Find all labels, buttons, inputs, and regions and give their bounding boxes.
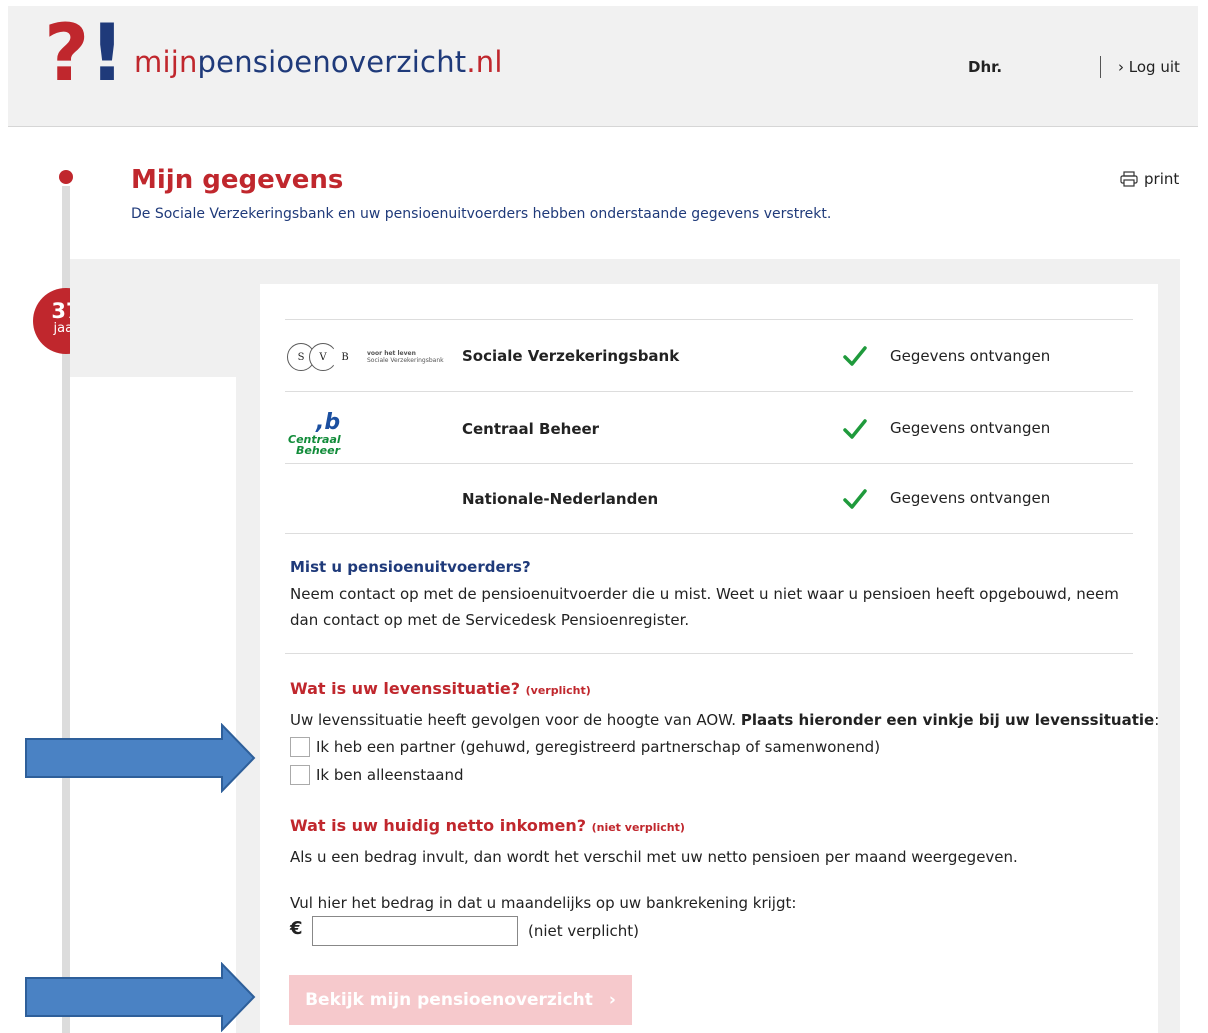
provider-name: Nationale-Nederlanden: [462, 490, 659, 508]
partner-checkbox[interactable]: [290, 737, 310, 757]
amount-input[interactable]: [312, 916, 518, 946]
logo-mark[interactable]: ?!: [44, 14, 125, 94]
missing-providers-heading: Mist u pensioenuitvoerders?: [290, 558, 531, 576]
page-title: Mijn gegevens: [131, 165, 344, 195]
logout-link[interactable]: › Log uit: [1118, 58, 1180, 76]
option-partner[interactable]: Ik heb een partner (gehuwd, geregistreer…: [290, 737, 880, 757]
svb-logo: S V B voor het leven Sociale Verzekering…: [287, 340, 444, 374]
partner-label[interactable]: Ik heb een partner (gehuwd, geregistreer…: [316, 738, 880, 756]
logo-question-mark: ?: [44, 9, 90, 99]
view-overview-button[interactable]: Bekijk mijn pensioenoverzicht ›: [289, 975, 632, 1025]
single-checkbox[interactable]: [290, 765, 310, 785]
logo-text-tld: .nl: [466, 45, 503, 79]
single-label[interactable]: Ik ben alleenstaand: [316, 766, 464, 784]
currency-symbol: €: [290, 918, 303, 939]
check-icon: [843, 489, 867, 509]
user-name: Dhr.: [968, 58, 1003, 76]
content-side-gap: [70, 377, 236, 1033]
centraal-beheer-mark-icon: ,b: [316, 410, 341, 435]
missing-providers-text: Neem contact op met de pensioenuitvoerde…: [290, 585, 1119, 629]
logo-text-pensioenoverzicht: pensioenoverzicht: [197, 45, 467, 79]
print-button[interactable]: print: [1120, 170, 1179, 188]
logo-text-mijn: mijn: [134, 45, 198, 79]
view-overview-label: Bekijk mijn pensioenoverzicht: [305, 990, 593, 1010]
logo-wordmark[interactable]: mijnpensioenoverzicht.nl: [134, 44, 503, 80]
chevron-right-icon: ›: [608, 990, 616, 1010]
check-icon: [843, 419, 867, 439]
header-divider: [1100, 56, 1101, 78]
required-tag: (verplicht): [525, 684, 591, 697]
provider-status: Gegevens ontvangen: [890, 347, 1051, 365]
amount-optional-note: (niet verplicht): [528, 922, 640, 940]
annotation-arrow-icon: [25, 962, 256, 1032]
provider-divider: [285, 463, 1133, 464]
logo-exclamation-mark: !: [89, 9, 125, 99]
svb-logo-tagline: voor het leven Sociale Verzekeringsbank: [367, 350, 444, 364]
income-title: Wat is uw huidig netto inkomen?: [290, 816, 587, 835]
provider-divider: [285, 391, 1133, 392]
centraal-beheer-line-2: Beheer: [296, 444, 341, 457]
provider-status: Gegevens ontvangen: [890, 489, 1051, 507]
page-subtitle: De Sociale Verzekeringsbank en uw pensio…: [131, 206, 832, 222]
life-situation-intro-bold: Plaats hieronder een vinkje bij uw leven…: [740, 711, 1155, 729]
svb-tagline-1: voor het leven: [367, 350, 416, 357]
timeline-dot: [59, 170, 73, 184]
life-situation-intro: Uw levenssituatie heeft gevolgen voor de…: [290, 707, 1159, 733]
provider-name: Sociale Verzekeringsbank: [462, 347, 680, 365]
life-situation-title: Wat is uw levenssituatie?: [290, 679, 521, 698]
provider-divider: [285, 533, 1133, 534]
svb-tagline-2: Sociale Verzekeringsbank: [367, 357, 444, 364]
annotation-arrow-icon: [25, 723, 256, 793]
optional-tag: (niet verplicht): [591, 821, 685, 834]
printer-icon: [1120, 171, 1138, 187]
life-situation-heading: Wat is uw levenssituatie? (verplicht): [290, 678, 591, 702]
life-situation-intro-colon: :: [1154, 711, 1160, 729]
income-description: Als u een bedrag invult, dan wordt het v…: [290, 848, 1018, 866]
provider-divider: [285, 319, 1133, 320]
provider-name: Centraal Beheer: [462, 420, 600, 438]
income-heading: Wat is uw huidig netto inkomen? (niet ve…: [290, 815, 685, 839]
svb-logo-b: B: [331, 343, 359, 371]
centraal-beheer-logo: ,b Centraal Beheer: [286, 412, 366, 458]
section-divider: [285, 653, 1133, 654]
option-single[interactable]: Ik ben alleenstaand: [290, 765, 464, 785]
print-label: print: [1144, 170, 1180, 188]
income-field-label: Vul hier het bedrag in dat u maandelijks…: [290, 894, 797, 912]
check-icon: [843, 346, 867, 366]
provider-status: Gegevens ontvangen: [890, 419, 1051, 437]
life-situation-intro-text: Uw levenssituatie heeft gevolgen voor de…: [290, 711, 737, 729]
